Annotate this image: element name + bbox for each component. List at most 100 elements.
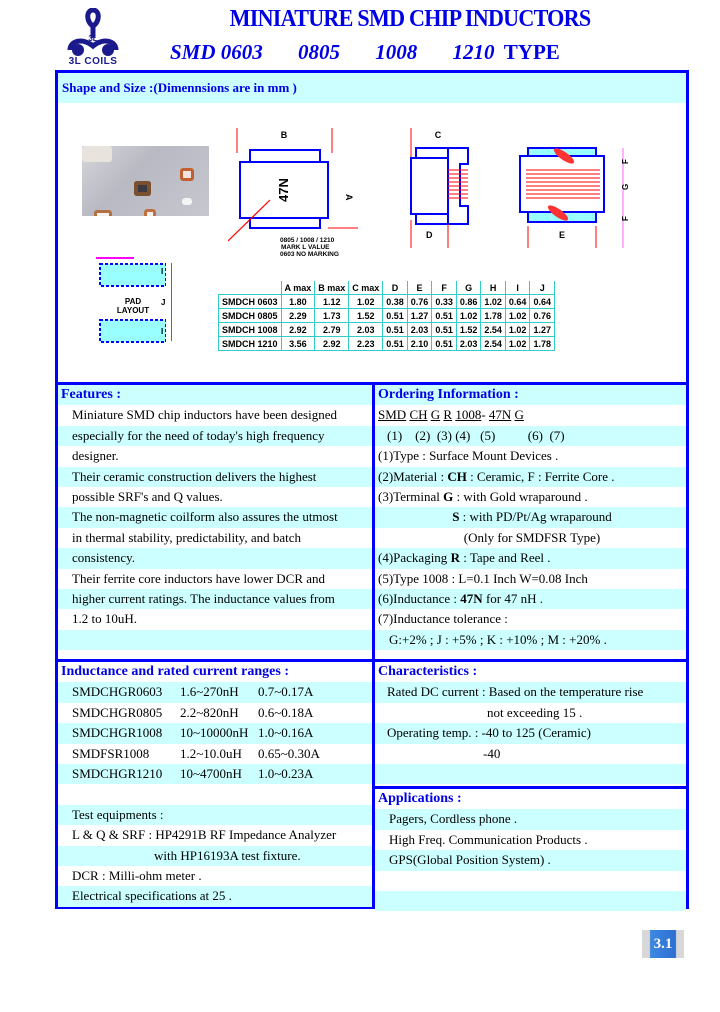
dim-f-label: F — [621, 216, 630, 221]
dim-e-label: E — [559, 230, 565, 240]
ordering-item-text: (5)Type 1008 : L=0.1 Inch W=0.08 Inch — [378, 570, 588, 586]
range-row: SMDCHGR0805 2.2~820nH 0.6~0.18A — [58, 702, 372, 724]
ordering-heading: Ordering Information : — [375, 385, 686, 406]
page-subtitle: SMD 0603 0805 1008 1210 TYPE — [170, 40, 650, 65]
code-part: G — [514, 407, 524, 423]
range-current: 1.0~0.16A — [258, 725, 314, 741]
ordering-item: (5)Type 1008 : L=0.1 Inch W=0.08 Inch — [375, 568, 686, 589]
logo-text: 3L COILS — [68, 56, 118, 67]
dimension-cell: 1.27 — [406, 308, 433, 323]
dimension-cell: 2.79 — [314, 322, 350, 337]
features-section: Features : Miniature SMD chip inductors … — [58, 385, 372, 651]
dim-i-label: I — [161, 267, 164, 276]
page-number: 3.1 — [653, 936, 673, 952]
dimension-cell: 0.51 — [382, 336, 408, 351]
range-row: SMDCHGR0603 1.6~270nH 0.7~0.17A — [58, 682, 372, 703]
features-line: especially for the need of today's high … — [58, 425, 372, 447]
ordering-code: SMD CH G R 1008- 47N G — [375, 405, 686, 426]
datasheet-frame: Shape and Size :(Dimennsions are in mm )… — [55, 70, 689, 912]
ordering-item-text: (3)Terminal — [378, 488, 444, 504]
range-row: SMDFSR1008 1.2~10.0uH 0.65~0.30A — [58, 743, 372, 764]
features-line: Miniature SMD chip inductors have been d… — [58, 405, 372, 426]
application-line — [375, 870, 686, 891]
range-part: SMDCHGR1008 — [72, 725, 163, 741]
dimension-cell: 2.03 — [348, 322, 384, 337]
dimension-cell: 1.73 — [314, 308, 350, 323]
test-equipment-line: L & Q & SRF : HP4291B RF Impedance Analy… — [58, 825, 372, 846]
product-photo — [82, 146, 209, 216]
dimension-cell: 2.10 — [406, 336, 433, 351]
dimension-cell: 1.02 — [504, 308, 531, 323]
page-title: MINIATURE SMD CHIP INDUCTORS — [229, 6, 591, 32]
dimension-cell: 2.23 — [348, 336, 384, 351]
ordering-item: S : with PD/Pt/Ag wraparound — [375, 507, 686, 528]
dimension-cell: 0.51 — [431, 336, 457, 351]
table-header: B max — [314, 281, 350, 295]
code-part: - — [481, 407, 486, 423]
dimension-cell: 0.51 — [382, 308, 408, 323]
characteristics-section: Characteristics : Rated DC current : Bas… — [375, 662, 686, 785]
characteristics-line: Operating temp. : -40 to 125 (Ceramic) — [375, 723, 686, 744]
ordering-item-text: (7)Inductance tolerance : — [378, 611, 508, 627]
dimension-cell: 1.27 — [529, 322, 555, 337]
table-header: D — [382, 281, 408, 295]
range-part: SMDCHGR0603 — [72, 684, 163, 700]
features-line: possible SRF's and Q values. — [58, 486, 372, 508]
ordering-item: (1)Type : Surface Mount Devices . — [375, 446, 686, 467]
ordering-item-code: 47N — [460, 590, 483, 606]
ordering-item-text: for 47 nH . — [482, 590, 543, 606]
pad-layout-label-1: PAD — [125, 297, 142, 306]
dim-g-label: G — [621, 184, 630, 190]
table-row: SMDCH 1210 3.56 2.92 2.23 0.51 2.10 0.51 2.03 2.… — [218, 336, 555, 351]
features-line: The non-magnetic coilform also assures t… — [58, 507, 372, 528]
dimension-cell: 0.64 — [529, 294, 555, 309]
test-equipment-line: Electrical specifications at 25 . — [58, 886, 372, 907]
subtitle-suffix: TYPE — [503, 40, 560, 64]
applications-heading: Applications : — [375, 789, 686, 810]
table-header: E — [406, 281, 433, 295]
range-part: SMDFSR1008 — [72, 745, 150, 761]
front-view-diagram: B A 47N 0805 / 1008 / 1210 MARK L VALUE … — [228, 128, 358, 258]
range-inductance: 2.2~820nH — [180, 704, 239, 720]
range-row: SMDCHGR1008 10~10000nH 1.0~0.16A — [58, 723, 372, 744]
dimension-cell: 2.92 — [280, 322, 316, 337]
table-header: C max — [348, 281, 384, 295]
dimension-cell: 1.02 — [455, 308, 482, 323]
dimension-cell: 0.38 — [382, 294, 408, 309]
dimension-cell: 0.86 — [455, 294, 482, 309]
dimension-cell: 1.78 — [529, 336, 555, 351]
side-view-diagram: C D — [410, 128, 469, 248]
characteristics-line — [375, 763, 686, 785]
range-inductance: 1.2~10.0uH — [180, 745, 242, 761]
dimension-cell: 1.02 — [480, 294, 506, 309]
table-header: G — [455, 281, 482, 295]
dimension-cell: 1.02 — [504, 336, 531, 351]
part-number-cell: SMDCH 1008 — [218, 322, 282, 337]
application-line: Pagers, Cordless phone . — [375, 809, 686, 830]
ordering-item-text: : Tape and Reel . — [459, 550, 551, 566]
dimension-cell: 1.02 — [504, 322, 531, 337]
range-inductance: 1.6~270nH — [180, 684, 239, 700]
dimension-cell: 0.51 — [431, 322, 457, 337]
dimension-cell: 0.76 — [529, 308, 555, 323]
range-current: 0.65~0.30A — [258, 745, 320, 761]
ordering-item-code: CH — [447, 468, 467, 484]
dim-f-label: F — [621, 159, 630, 164]
marking-note-3: 0603 NO MARKING — [280, 251, 339, 258]
features-line: 1.2 to 10uH. — [58, 609, 372, 630]
features-line: designer. — [58, 446, 372, 467]
range-part: SMDCHGR0805 — [72, 704, 163, 720]
features-line: in thermal stability, predictability, an… — [58, 527, 372, 549]
ordering-item: (7)Inductance tolerance : — [375, 609, 686, 630]
ranges-section: Inductance and rated current ranges : SM… — [58, 662, 372, 907]
ordering-item-code: R — [450, 550, 460, 566]
table-header: H — [480, 281, 506, 295]
ordering-item-text: (Only for SMDFSR Type) — [463, 529, 601, 545]
test-equipment-line: DCR : Milli-ohm meter . — [58, 865, 372, 887]
ordering-item: G:+2% ; J : +5% ; K : +10% ; M : +20% . — [375, 629, 686, 651]
ordering-section: Ordering Information : SMD CH G R 1008- … — [375, 385, 686, 651]
dim-a-label: A — [344, 194, 354, 201]
table-header: F — [431, 281, 457, 295]
ordering-item-text: (4)Packaging — [378, 550, 451, 566]
dimension-cell: 0.51 — [382, 322, 408, 337]
